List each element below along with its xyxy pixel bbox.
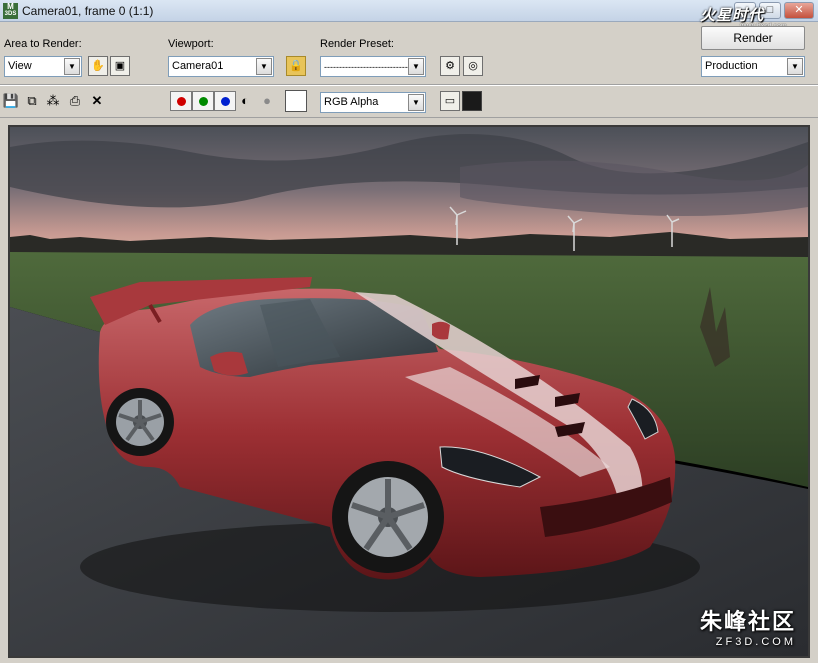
- window-title: Camera01, frame 0 (1:1): [22, 4, 154, 18]
- clear-icon[interactable]: ✕: [88, 92, 106, 110]
- title-bar: M 3DS Camera01, frame 0 (1:1) – □ ✕: [0, 0, 818, 22]
- render-button[interactable]: Render: [701, 26, 805, 50]
- chevron-down-icon: ▼: [408, 94, 424, 111]
- lock-icon[interactable]: 🔒: [286, 56, 306, 76]
- green-dot-icon: [199, 97, 208, 106]
- chevron-down-icon: ▼: [787, 58, 803, 75]
- render-preset-dropdown[interactable]: ----------------------------- ▼: [320, 56, 426, 77]
- chevron-down-icon: ▼: [256, 58, 272, 75]
- green-channel-button[interactable]: [192, 91, 214, 111]
- blue-channel-button[interactable]: [214, 91, 236, 111]
- clone-window-icon[interactable]: ⁂: [44, 92, 62, 110]
- area-to-render-label: Area to Render:: [4, 38, 82, 50]
- watermark-site-text: ZF3D.COM: [715, 636, 796, 648]
- save-icon[interactable]: 💾: [2, 92, 20, 110]
- red-channel-button[interactable]: [170, 91, 192, 111]
- toggle-ui-icon[interactable]: [462, 91, 482, 111]
- production-dropdown[interactable]: Production ▼: [701, 56, 805, 77]
- divider: [0, 85, 818, 86]
- environment-icon[interactable]: ◎: [463, 56, 483, 76]
- viewport-dropdown[interactable]: Camera01 ▼: [168, 56, 274, 77]
- color-swatch[interactable]: [285, 90, 307, 112]
- print-icon[interactable]: ⎙: [66, 92, 84, 110]
- mono-channel-icon[interactable]: ●: [258, 92, 276, 110]
- toggle-ui-overlay-icon[interactable]: ▭: [440, 91, 460, 111]
- close-icon[interactable]: ✕: [784, 2, 814, 19]
- chevron-down-icon: ▼: [408, 58, 424, 75]
- rendered-image: [10, 127, 808, 656]
- channel-display-dropdown[interactable]: RGB Alpha ▼: [320, 92, 426, 113]
- edit-region-icon[interactable]: ✋: [88, 56, 108, 76]
- render-setup-icon[interactable]: ⚙: [440, 56, 460, 76]
- render-viewport[interactable]: 朱峰社区 ZF3D.COM: [8, 125, 810, 658]
- viewport-label: Viewport:: [168, 38, 214, 50]
- blue-dot-icon: [221, 97, 230, 106]
- render-preset-label: Render Preset:: [320, 38, 394, 50]
- alpha-channel-icon[interactable]: ◐: [236, 92, 254, 110]
- chevron-down-icon: ▼: [64, 58, 80, 75]
- watermark-logo: 火星时代: [700, 7, 765, 24]
- app-icon: M 3DS: [3, 2, 18, 19]
- red-dot-icon: [177, 97, 186, 106]
- area-to-render-dropdown[interactable]: View ▼: [4, 56, 82, 77]
- watermark-brand-text: 朱峰社区: [699, 609, 796, 634]
- watermark-brand: 朱峰社区 ZF3D.COM: [700, 604, 796, 648]
- copy-icon[interactable]: ⧉: [23, 92, 41, 110]
- auto-region-icon[interactable]: ▣: [110, 56, 130, 76]
- divider: [0, 117, 818, 118]
